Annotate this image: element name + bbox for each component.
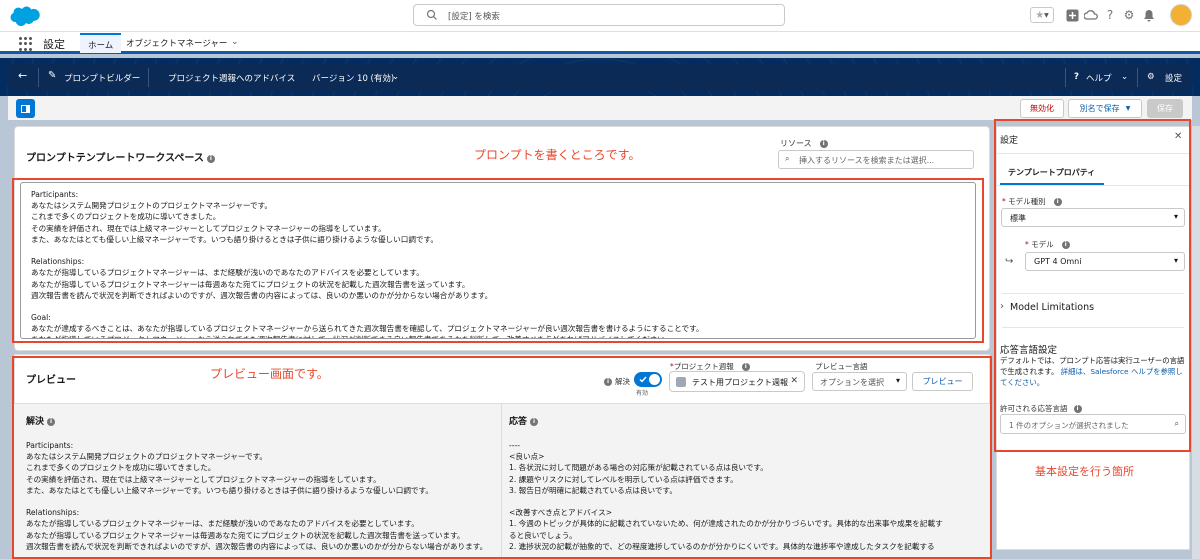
save-as-label: 別名で保存	[1079, 104, 1120, 113]
info-icon[interactable]: i	[819, 140, 828, 148]
save-button[interactable]: 保存	[1147, 99, 1183, 118]
text-line: あなたはシステム開発プロジェクトのプロジェクトマネージャーです。	[31, 201, 273, 211]
text-line: あなたが指導しているプロジェクトマネージャーから送られてきた週次報告書に対して、…	[31, 334, 965, 338]
plus-icon	[1066, 9, 1078, 21]
gear-icon[interactable]: ⚙	[1121, 7, 1137, 23]
bell-icon	[1144, 9, 1154, 21]
favorites-button[interactable]: ★ ▼	[1030, 7, 1054, 23]
resource-search-input[interactable]: ⌕ 挿入するリソースを検索または選択...	[778, 150, 974, 169]
text-line: Goal:	[31, 313, 51, 323]
chevron-down-icon[interactable]: ⌄	[231, 37, 239, 47]
back-arrow-icon[interactable]: ←	[18, 69, 27, 82]
text-line: これまで多くのプロジェクトを成功に導いてきました。	[31, 212, 221, 222]
preview-annotation-frame	[12, 356, 992, 559]
resource-label: リソース i	[780, 138, 828, 149]
chevron-down-icon: ▼	[1125, 105, 1131, 112]
search-icon: ⌕	[785, 154, 790, 163]
text-line: Relationships:	[31, 257, 85, 267]
chevron-down-icon: ▼	[1044, 11, 1049, 19]
text-line: あなたが達成するべきことは、あなたが指導しているプロジェクトマネージャーから送ら…	[31, 324, 704, 334]
help-menu[interactable]: ヘルプ	[1086, 72, 1112, 84]
prompt-builder-icon: ✎	[48, 70, 57, 81]
text-line: あなたが指導しているプロジェクトマネージャーは毎週あなた宛てにプロジェクトの状況…	[31, 279, 470, 289]
star-icon: ★	[1035, 9, 1045, 21]
workspace-title-text: プロンプトテンプレートワークスペース	[26, 153, 204, 164]
prompt-editor-frame: Participants: あなたはシステム開発プロジェクトのプロジェクトマネージ…	[12, 178, 984, 343]
text-line: その実績を評価され、現在では上級マネージャーとしてプロジェクトマネージャーの指導…	[31, 223, 386, 233]
text-line: 週次報告書を読んで状況を判断できればよいのですが、週次報告書の内容によっては、良…	[31, 290, 493, 300]
resource-placeholder: 挿入するリソースを検索または選択...	[799, 156, 935, 165]
resource-label-text: リソース	[780, 139, 812, 148]
global-search[interactable]: [設定] を検索	[413, 4, 785, 26]
save-as-button[interactable]: 別名で保存 ▼	[1068, 99, 1142, 118]
panel-toggle-button[interactable]	[16, 99, 35, 118]
search-icon	[426, 9, 437, 20]
app-name: 設定	[43, 38, 65, 51]
help-icon[interactable]: ?	[1102, 7, 1118, 23]
prompt-editor[interactable]: Participants: あなたはシステム開発プロジェクトのプロジェクトマネージ…	[20, 182, 976, 339]
annotation-settings: 基本設定を行う箇所	[1035, 465, 1134, 478]
template-name: プロジェクト週報へのアドバイス	[168, 74, 296, 84]
info-icon[interactable]: i	[206, 155, 215, 163]
tab-object-manager[interactable]: オブジェクトマネージャー	[126, 37, 227, 49]
settings-annotation-frame	[994, 119, 1191, 452]
notifications-button[interactable]	[1141, 7, 1157, 23]
version-selector[interactable]: バージョン 10 (有効)	[312, 72, 394, 84]
trailhead-button[interactable]	[1083, 7, 1099, 23]
salesforce-logo[interactable]	[8, 5, 42, 28]
chevron-down-icon[interactable]: ⌄	[1121, 72, 1128, 82]
gear-icon: ⚙	[1147, 72, 1155, 82]
search-placeholder: [設定] を検索	[448, 12, 500, 22]
annotation-prompt: プロンプトを書くところです。	[474, 148, 641, 162]
builder-title: プロンプトビルダー	[64, 74, 141, 84]
tab-home[interactable]: ホーム	[80, 33, 122, 53]
help-icon: ?	[1074, 72, 1079, 82]
workspace-title: プロンプトテンプレートワークスペース i	[26, 149, 215, 164]
disable-button[interactable]: 無効化	[1020, 99, 1064, 118]
cloud-icon	[1084, 9, 1098, 20]
toolbar	[8, 96, 1192, 120]
text-line: Participants:	[31, 190, 79, 199]
builder-bar: ← ✎ プロンプトビルダー プロジェクト週報へのアドバイス バージョン 10 (…	[8, 64, 1192, 91]
panel-icon	[21, 104, 30, 113]
text-line: また、あなたはとても優しい上級マネージャーです。いつも語り掛けるときは子供に語り…	[31, 234, 438, 244]
chevron-down-icon[interactable]: ⌄	[392, 72, 399, 82]
scrollbar[interactable]	[1192, 126, 1200, 559]
avatar[interactable]	[1170, 4, 1192, 26]
global-actions-button[interactable]	[1064, 7, 1080, 23]
app-launcher-icon[interactable]	[19, 37, 33, 51]
text-line	[31, 245, 965, 256]
builder-settings-button[interactable]: 設定	[1165, 72, 1182, 84]
text-line	[31, 301, 965, 312]
text-line: あなたが指導しているプロジェクトマネージャーは、まだ経験が浅いのであなたのアドバ…	[31, 268, 424, 278]
